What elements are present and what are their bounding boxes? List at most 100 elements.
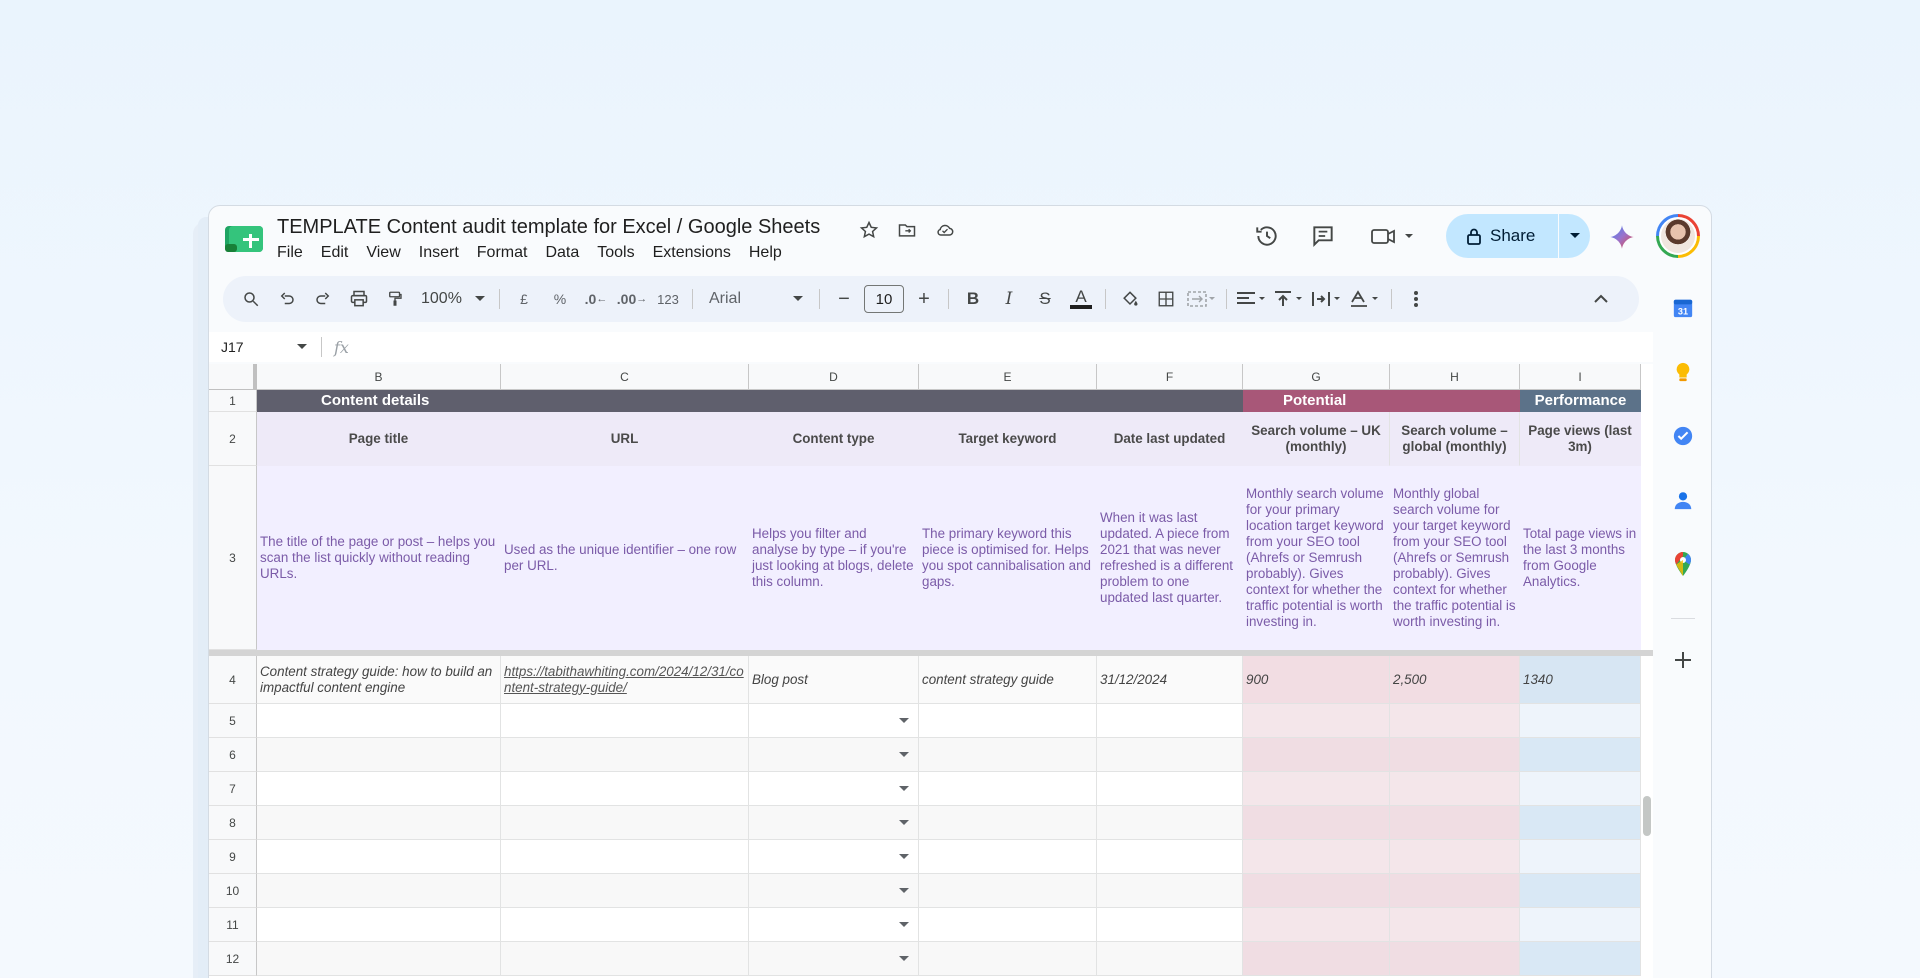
star-icon[interactable] <box>857 218 881 242</box>
menu-insert[interactable]: Insert <box>410 244 468 262</box>
empty-cell[interactable] <box>1520 942 1641 976</box>
section-potential[interactable]: Potential <box>1243 390 1520 412</box>
cell-page-title[interactable]: Content strategy guide: how to build an … <box>257 656 501 704</box>
empty-cell[interactable] <box>257 704 501 738</box>
empty-cell[interactable] <box>501 908 749 942</box>
column-header-i[interactable]: I <box>1520 364 1641 390</box>
meet-icon[interactable] <box>1369 220 1419 252</box>
contacts-icon[interactable] <box>1671 488 1695 512</box>
empty-cell[interactable] <box>501 874 749 908</box>
description-page-title[interactable]: The title of the page or post – helps yo… <box>257 466 501 650</box>
text-color-icon[interactable]: A <box>1065 284 1097 314</box>
empty-cell[interactable] <box>919 704 1097 738</box>
empty-cell[interactable] <box>501 840 749 874</box>
calendar-icon[interactable]: 31 <box>1671 296 1695 320</box>
undo-icon[interactable] <box>271 284 303 314</box>
row-header[interactable]: 5 <box>209 704 257 738</box>
comments-icon[interactable] <box>1307 220 1339 252</box>
menu-extensions[interactable]: Extensions <box>644 244 740 262</box>
empty-cell[interactable] <box>1390 772 1520 806</box>
empty-cell[interactable] <box>501 806 749 840</box>
currency-format-button[interactable]: £ <box>508 284 540 314</box>
row-header[interactable]: 11 <box>209 908 257 942</box>
header-content-type[interactable]: Content type <box>749 412 919 466</box>
column-header-f[interactable]: F <box>1097 364 1243 390</box>
empty-cell[interactable] <box>919 874 1097 908</box>
description-search-volume-global[interactable]: Monthly global search volume for your ta… <box>1390 466 1520 650</box>
share-button[interactable]: Share <box>1446 214 1590 258</box>
content-type-dropdown[interactable] <box>749 840 919 874</box>
empty-cell[interactable] <box>1097 704 1243 738</box>
strikethrough-icon[interactable]: S <box>1029 284 1061 314</box>
column-header-g[interactable]: G <box>1243 364 1390 390</box>
document-title[interactable]: TEMPLATE Content audit template for Exce… <box>277 216 820 239</box>
empty-cell[interactable] <box>257 874 501 908</box>
menu-edit[interactable]: Edit <box>312 244 358 262</box>
menu-data[interactable]: Data <box>536 244 588 262</box>
row-header[interactable]: 9 <box>209 840 257 874</box>
row-header[interactable]: 12 <box>209 942 257 976</box>
text-rotation-icon[interactable] <box>1349 284 1383 314</box>
empty-cell[interactable] <box>257 840 501 874</box>
description-date-last-updated[interactable]: When it was last updated. A piece from 2… <box>1097 466 1243 650</box>
menu-view[interactable]: View <box>357 244 409 262</box>
empty-cell[interactable] <box>919 942 1097 976</box>
menu-tools[interactable]: Tools <box>588 244 643 262</box>
content-type-dropdown[interactable] <box>749 772 919 806</box>
empty-cell[interactable] <box>919 840 1097 874</box>
description-page-views[interactable]: Total page views in the last 3 months fr… <box>1520 466 1641 650</box>
keep-icon[interactable] <box>1671 360 1695 384</box>
move-folder-icon[interactable] <box>895 218 919 242</box>
empty-cell[interactable] <box>919 738 1097 772</box>
empty-cell[interactable] <box>501 772 749 806</box>
increase-font-size-icon[interactable]: + <box>908 284 940 314</box>
cell-target-keyword[interactable]: content strategy guide <box>919 656 1097 704</box>
content-type-dropdown[interactable] <box>749 908 919 942</box>
empty-cell[interactable] <box>257 942 501 976</box>
empty-cell[interactable] <box>919 806 1097 840</box>
account-avatar[interactable] <box>1656 214 1700 258</box>
decrease-decimal-button[interactable]: .0 ← <box>580 284 612 314</box>
cloud-status-icon[interactable] <box>933 218 957 242</box>
header-page-views[interactable]: Page views (last 3m) <box>1520 412 1641 466</box>
empty-cell[interactable] <box>1243 840 1390 874</box>
share-options-dropdown[interactable] <box>1559 232 1590 240</box>
header-search-volume-global[interactable]: Search volume – global (monthly) <box>1390 412 1520 466</box>
vertical-scrollbar[interactable] <box>1643 796 1651 836</box>
row-header[interactable]: 4 <box>209 656 257 704</box>
empty-cell[interactable] <box>501 704 749 738</box>
column-header-c[interactable]: C <box>501 364 749 390</box>
empty-cell[interactable] <box>1520 874 1641 908</box>
empty-cell[interactable] <box>919 772 1097 806</box>
header-search-volume-uk[interactable]: Search volume – UK (monthly) <box>1243 412 1390 466</box>
column-header-e[interactable]: E <box>919 364 1097 390</box>
row-header[interactable]: 2 <box>209 412 257 466</box>
decrease-font-size-icon[interactable]: − <box>828 284 860 314</box>
sheets-logo-icon[interactable] <box>225 226 263 252</box>
increase-decimal-button[interactable]: .00 → <box>616 284 648 314</box>
bold-icon[interactable]: B <box>957 284 989 314</box>
column-header-b[interactable]: B <box>257 364 501 390</box>
paint-format-icon[interactable] <box>379 284 411 314</box>
description-search-volume-uk[interactable]: Monthly search volume for your primary l… <box>1243 466 1390 650</box>
row-header[interactable]: 3 <box>209 466 257 650</box>
cell-search-volume-global[interactable]: 2,500 <box>1390 656 1520 704</box>
column-header-d[interactable]: D <box>749 364 919 390</box>
version-history-icon[interactable] <box>1251 220 1283 252</box>
empty-cell[interactable] <box>1243 908 1390 942</box>
header-target-keyword[interactable]: Target keyword <box>919 412 1097 466</box>
menu-format[interactable]: Format <box>468 244 537 262</box>
empty-cell[interactable] <box>1390 874 1520 908</box>
empty-cell[interactable] <box>257 806 501 840</box>
empty-cell[interactable] <box>1243 874 1390 908</box>
content-type-dropdown[interactable] <box>749 942 919 976</box>
empty-cell[interactable] <box>1390 806 1520 840</box>
empty-cell[interactable] <box>1243 942 1390 976</box>
cell-search-volume-uk[interactable]: 900 <box>1243 656 1390 704</box>
empty-cell[interactable] <box>1097 840 1243 874</box>
header-date-last-updated[interactable]: Date last updated <box>1097 412 1243 466</box>
empty-cell[interactable] <box>1390 908 1520 942</box>
empty-cell[interactable] <box>1097 806 1243 840</box>
gemini-icon[interactable] <box>1609 224 1635 250</box>
empty-cell[interactable] <box>257 772 501 806</box>
